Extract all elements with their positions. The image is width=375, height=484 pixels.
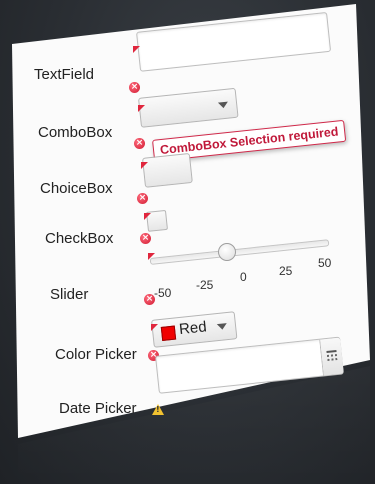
warning-exclamation: ! [156,405,160,414]
color-swatch [160,325,177,341]
required-marker [148,253,155,260]
colorpicker-label: Color Picker [55,346,137,363]
checkbox-label: CheckBox [45,230,114,247]
required-marker [141,162,148,169]
chevron-down-icon [217,101,229,109]
error-icon: × [137,193,148,204]
slider-tick-label: -25 [196,278,214,292]
choicebox[interactable] [142,152,193,188]
error-icon: × [129,82,140,93]
color-picker-value: Red [178,318,208,339]
textfield-label: TextField [34,66,95,83]
calendar-button[interactable] [319,337,344,376]
slider-label: Slider [50,286,89,303]
choicebox-label: ChoiceBox [40,180,113,197]
slider-tick-label: -50 [154,286,172,300]
required-marker [138,105,145,112]
app-window: TextField ComboBox ChoiceBox CheckBox Sl… [0,0,375,484]
datepicker-label: Date Picker [59,400,137,417]
slider-tick-label: 0 [240,270,247,284]
chevron-down-icon [216,323,228,331]
required-marker [144,213,151,220]
error-icon: × [140,233,151,244]
slider-tick-label: 50 [318,256,332,270]
required-marker [133,46,140,53]
calendar-icon [326,350,338,362]
slider-tick-label: 25 [279,264,293,278]
slider-thumb[interactable] [218,243,236,261]
combobox-label: ComboBox [38,124,113,141]
error-icon: × [144,294,155,305]
error-icon: × [134,138,145,149]
required-marker [151,324,158,331]
